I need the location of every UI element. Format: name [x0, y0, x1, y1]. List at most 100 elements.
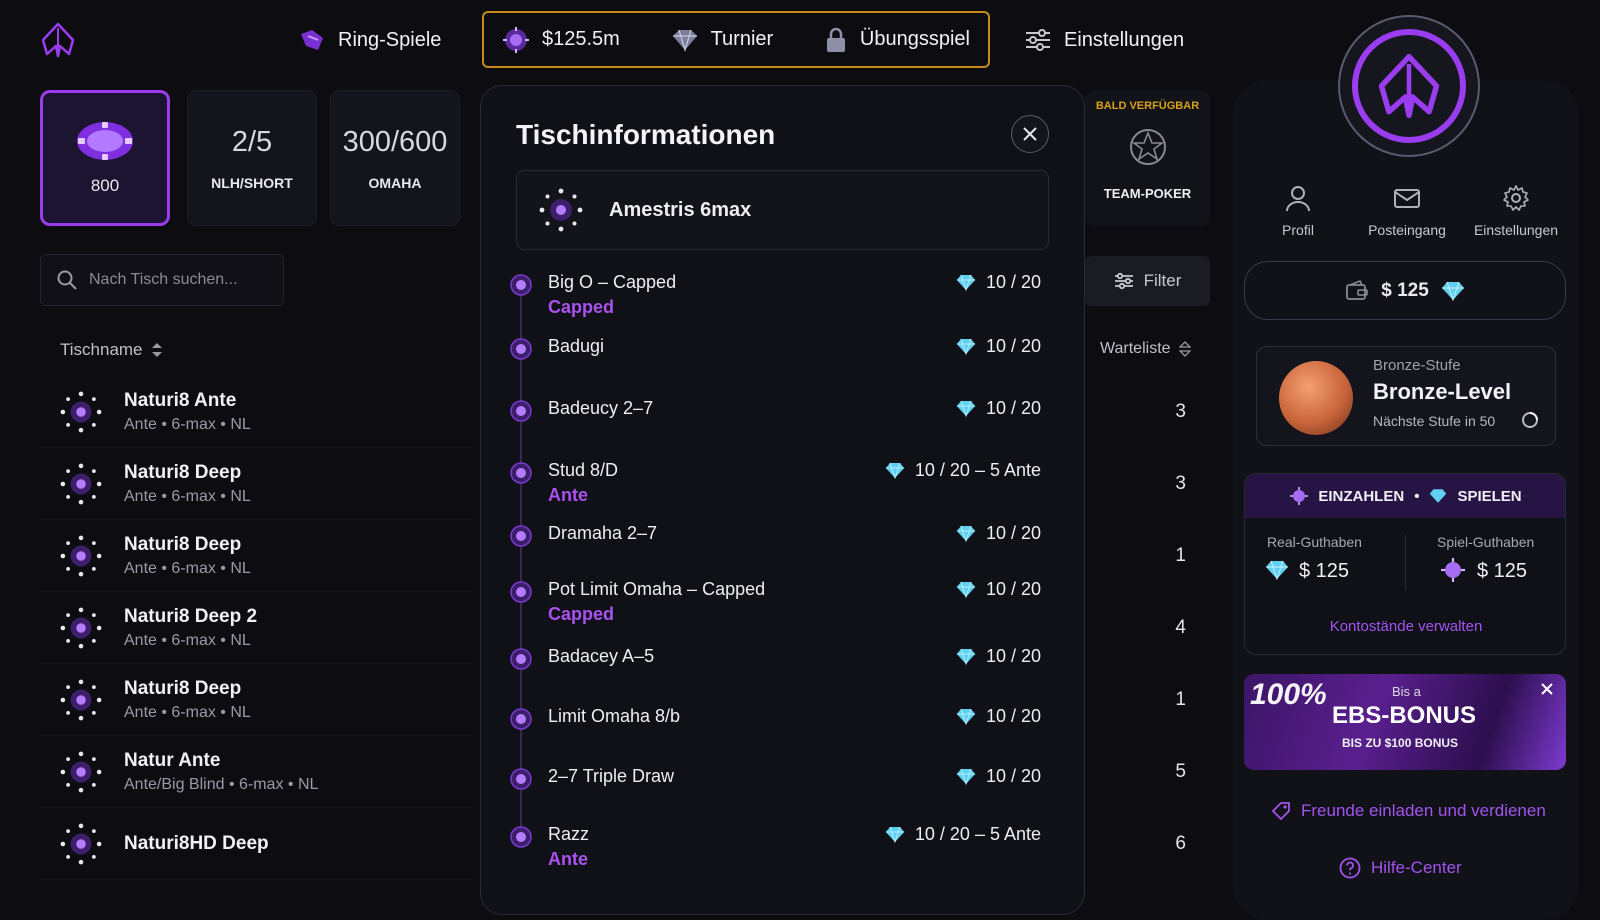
table-chip-icon: [60, 679, 102, 721]
waitlist-column: 3 3 1 4 1 5 6: [1150, 376, 1200, 880]
team-poker-label: TEAM-POKER: [1103, 186, 1192, 201]
invite-friends-label: Freunde einladen und verdienen: [1301, 801, 1546, 820]
team-poker-icon: [1129, 128, 1167, 166]
game-name: Dramaha 2–7: [548, 523, 658, 543]
level-card[interactable]: Bronze-Stufe Bronze-Level Nächste Stufe …: [1256, 346, 1556, 446]
game-tag: Capped: [548, 297, 615, 317]
table-row-name: Naturi8 Deep: [124, 461, 242, 483]
chip-icon: [1290, 487, 1309, 505]
real-balance-value: $ 125: [1299, 560, 1350, 582]
chip-icon: [502, 26, 530, 54]
filter-button[interactable]: Filter: [1085, 256, 1210, 306]
table-row[interactable]: Naturi8HD Deep: [40, 808, 475, 880]
table-row-details: Ante • 6-max • NL: [124, 487, 251, 505]
inbox-button[interactable]: Posteingang: [1352, 184, 1462, 238]
table-row[interactable]: Naturi8 Deep Ante • 6-max • NL: [40, 520, 475, 592]
stake-card-value: 300/600: [342, 125, 448, 158]
close-icon[interactable]: [1540, 682, 1554, 696]
table-row-details: Ante • 6-max • NL: [124, 415, 251, 433]
game-stakes-value: 10 / 20 – 5 Ante: [914, 460, 1041, 480]
diamond-icon: [885, 462, 905, 479]
game-name: Badeucy 2–7: [548, 398, 654, 418]
profile-label: Profil: [1282, 222, 1314, 238]
table-row-details: Ante • 6-max • NL: [124, 559, 251, 577]
diamond-icon: [956, 338, 976, 355]
promo-percent: 100%: [1250, 678, 1327, 711]
game-name: Big O – Capped: [548, 272, 677, 292]
game-name: Pot Limit Omaha – Capped: [548, 579, 766, 599]
deposit-label: EINZAHLEN: [1318, 487, 1405, 505]
diamond-icon: [956, 274, 976, 291]
close-button[interactable]: [1011, 115, 1049, 153]
table-row-details: Ante/Big Blind • 6-max • NL: [124, 775, 319, 793]
team-poker-card[interactable]: BALD VERFÜGBAR TEAM-POKER: [1085, 90, 1210, 226]
sliders-icon: [1024, 27, 1052, 53]
game-stakes-value: 10 / 20: [985, 272, 1041, 292]
game-name: Razz: [548, 824, 590, 844]
invite-friends-link[interactable]: Freunde einladen und verdienen: [1271, 801, 1546, 821]
table-chip-icon: [539, 188, 583, 232]
play-balance-label: Spiel-Guthaben: [1437, 534, 1535, 550]
bronze-badge-icon: [1279, 361, 1353, 435]
table-row[interactable]: Naturi8 Deep Ante • 6-max • NL: [40, 664, 475, 736]
ring-games-icon: [298, 28, 326, 52]
table-search[interactable]: [40, 254, 284, 306]
nav-tournament-label: Turnier: [710, 28, 774, 50]
lock-icon: [824, 27, 848, 53]
balance-value: $ 125: [1381, 279, 1429, 301]
nav-settings[interactable]: Einstellungen: [1024, 20, 1184, 60]
balance-pill[interactable]: $ 125: [1244, 261, 1566, 320]
game-name: 2–7 Triple Draw: [548, 766, 675, 786]
game-stakes-value: 10 / 20: [985, 706, 1041, 726]
account-settings-button[interactable]: Einstellungen: [1461, 184, 1571, 238]
column-header-table-name[interactable]: Tischname: [60, 340, 163, 360]
nav-practice-label: Übungsspiel: [859, 28, 970, 50]
nav-balance[interactable]: $125.5m: [502, 26, 620, 54]
game-name: Stud 8/D: [548, 460, 619, 480]
stake-card-nlh-short[interactable]: 2/5 NLH/SHORT: [187, 90, 317, 226]
play-balance-value: $ 125: [1477, 560, 1528, 582]
level-name: Bronze-Level: [1373, 379, 1512, 404]
promo-title: EBS-BONUS: [1332, 702, 1477, 729]
sort-icon: [151, 342, 163, 358]
filter-icon: [1114, 272, 1134, 290]
stake-card-omaha[interactable]: 300/600 OMAHA: [330, 90, 460, 226]
game-stakes: 10 / 20: [956, 646, 1041, 667]
manage-balances-link[interactable]: Kontostände verwalten: [1245, 618, 1565, 635]
table-row[interactable]: Naturi8 Deep 2 Ante • 6-max • NL: [40, 592, 475, 664]
column-header-label: Tischname: [60, 340, 143, 359]
table-row[interactable]: Naturi8 Deep Ante • 6-max • NL: [40, 448, 475, 520]
game-name: Limit Omaha 8/b: [548, 706, 681, 726]
table-row[interactable]: Naturi8 Ante Ante • 6-max • NL: [40, 376, 475, 448]
table-row-name: Naturi8 Deep: [124, 533, 242, 555]
game-stakes-value: 10 / 20: [985, 523, 1041, 543]
table-row[interactable]: Natur Ante Ante/Big Blind • 6-max • NL: [40, 736, 475, 808]
search-input[interactable]: [89, 271, 269, 289]
nav-ring-games[interactable]: Ring-Spiele: [298, 20, 441, 60]
promo-banner[interactable]: 100% Bis a EBS-BONUS BIS ZU $100 BONUS: [1244, 674, 1566, 770]
profile-button[interactable]: Profil: [1243, 184, 1353, 238]
close-icon: [1022, 126, 1038, 142]
column-header-waitlist[interactable]: Warteliste: [1100, 340, 1191, 358]
chip-icon: [1441, 558, 1465, 582]
mail-icon: [1393, 184, 1421, 212]
diamond-icon: [956, 525, 976, 542]
help-center-link[interactable]: Hilfe-Center: [1339, 857, 1462, 879]
user-avatar[interactable]: [1338, 15, 1480, 157]
table-row-name: Naturi8 Deep 2: [124, 605, 258, 627]
table-row-name: Natur Ante: [124, 749, 221, 771]
stake-card-800[interactable]: 800: [40, 90, 170, 226]
search-icon: [57, 270, 77, 290]
deposit-play-bar[interactable]: EINZAHLEN • SPIELEN: [1245, 474, 1565, 518]
nav-tournament[interactable]: Turnier: [671, 28, 774, 52]
nav-practice[interactable]: Übungsspiel: [824, 27, 970, 53]
brand-logo-icon[interactable]: [40, 22, 76, 58]
table-chip-icon: [60, 463, 102, 505]
help-icon: [1339, 857, 1361, 879]
deposit-card: EINZAHLEN • SPIELEN Real-Guthaben Spiel-…: [1244, 473, 1566, 655]
game-name: Badugi: [548, 336, 605, 356]
wallet-icon: [1345, 279, 1369, 302]
stake-card-label: 800: [90, 176, 120, 195]
timeline-dot-icon: [510, 462, 532, 484]
timeline-dot-icon: [510, 708, 532, 730]
